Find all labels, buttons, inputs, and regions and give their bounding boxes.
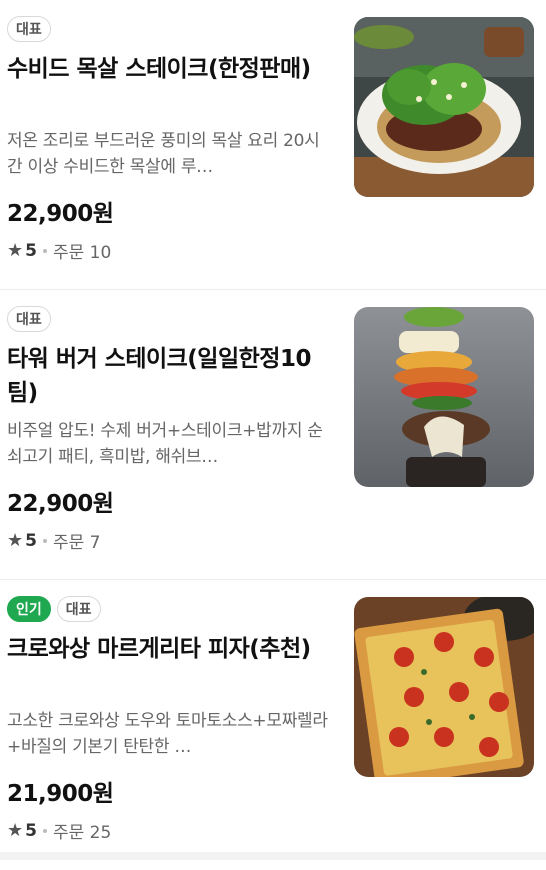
margherita-pizza-photo[interactable] <box>354 597 534 777</box>
separator-dot <box>42 248 47 253</box>
star-icon: ★ <box>7 240 24 261</box>
menu-item-price: 21,900원 <box>7 781 114 807</box>
menu-item-info: 대표 타워 버거 스테이크(일일한정10팀) 비주얼 압도! 수제 버거+스테이… <box>7 306 329 553</box>
menu-item[interactable]: 대표 타워 버거 스테이크(일일한정10팀) 비주얼 압도! 수제 버거+스테이… <box>0 290 546 580</box>
menu-item-info: 대표 수비드 목살 스테이크(한정판매) 저온 조리로 부드러운 풍미의 목살 … <box>7 16 329 263</box>
signature-badge: 대표 <box>7 16 51 42</box>
tower-burger-photo[interactable] <box>354 307 534 487</box>
popular-badge: 인기 <box>7 596 51 622</box>
menu-item-price: 22,900원 <box>7 201 114 227</box>
menu-item-meta: ★ 5 주문 25 <box>7 818 329 843</box>
order-count: 주문 10 <box>52 243 112 263</box>
badge-row: 대표 <box>7 306 329 332</box>
order-count: 주문 25 <box>52 823 112 843</box>
steak-salad-photo[interactable] <box>354 17 534 197</box>
menu-item-meta: ★ 5 주문 7 <box>7 528 329 553</box>
menu-item-description: 비주얼 압도! 수제 버거+스테이크+밥까지 순쇠고기 패티, 흑미밥, 해쉬브… <box>7 421 323 467</box>
badge-row: 인기 대표 <box>7 596 329 622</box>
section-divider <box>0 852 546 860</box>
star-icon: ★ <box>7 530 24 551</box>
menu-item[interactable]: 대표 수비드 목살 스테이크(한정판매) 저온 조리로 부드러운 풍미의 목살 … <box>0 0 546 290</box>
menu-item[interactable]: 인기 대표 크로와상 마르게리타 피자(추천) 고소한 크로와상 도우와 토마토… <box>0 580 546 870</box>
menu-item-meta: ★ 5 주문 10 <box>7 238 329 263</box>
menu-item-title: 타워 버거 스테이크(일일한정10팀) <box>7 346 311 406</box>
rating-value: 5 <box>25 240 37 261</box>
menu-list: 대표 수비드 목살 스테이크(한정판매) 저온 조리로 부드러운 풍미의 목살 … <box>0 0 546 870</box>
rating-value: 5 <box>25 530 37 551</box>
menu-item-description: 고소한 크로와상 도우와 토마토소스+모짜렐라+바질의 기본기 탄탄한 … <box>7 711 328 757</box>
menu-item-title: 수비드 목살 스테이크(한정판매) <box>7 56 311 82</box>
badge-row: 대표 <box>7 16 329 42</box>
signature-badge: 대표 <box>56 596 101 622</box>
signature-badge: 대표 <box>7 306 51 332</box>
order-count: 주문 7 <box>52 533 101 553</box>
star-icon: ★ <box>7 820 24 841</box>
menu-item-description: 저온 조리로 부드러운 풍미의 목살 요리 20시간 이상 수비드한 목살에 루… <box>7 131 320 177</box>
separator-dot <box>42 538 47 543</box>
rating-value: 5 <box>25 820 37 841</box>
menu-item-price: 22,900원 <box>7 491 114 517</box>
menu-item-info: 인기 대표 크로와상 마르게리타 피자(추천) 고소한 크로와상 도우와 토마토… <box>7 596 329 843</box>
menu-item-title: 크로와상 마르게리타 피자(추천) <box>7 636 311 662</box>
separator-dot <box>42 828 47 833</box>
